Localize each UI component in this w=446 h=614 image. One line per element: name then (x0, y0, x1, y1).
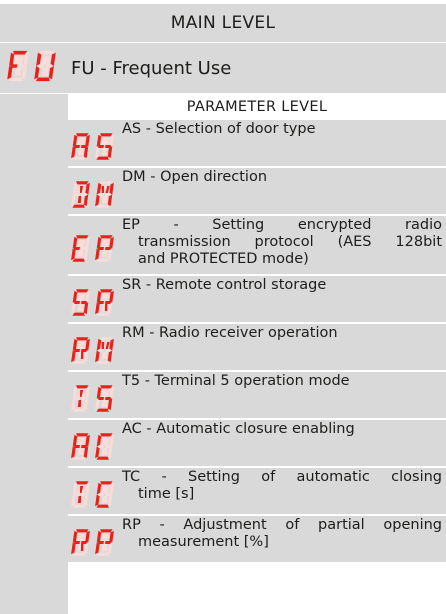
parameter-row-tc: TC - Setting of automatic closing time [s… (68, 468, 446, 516)
parameter-text-line: measurement [%] (138, 534, 269, 550)
parameter-text-line: time [s] (138, 486, 195, 502)
parameter-level-header: PARAMETER LEVEL (68, 93, 446, 120)
parameter-description: DM - Open direction (122, 169, 442, 186)
segment-display-ac-icon (70, 432, 115, 465)
parameter-text-line: RP - Adjustment of partial opening (122, 517, 442, 533)
parameter-description: SR - Remote control storage (122, 277, 442, 294)
parameter-row-ac: AC - Automatic closure enabling (68, 420, 446, 468)
parameter-description: EP - Setting encrypted radio transmission… (122, 217, 442, 268)
segment-display-dm-icon (70, 180, 115, 213)
segment-display-sr-icon (70, 288, 115, 321)
parameter-text-line: EP - Setting encrypted radio (122, 217, 442, 233)
parameter-text-line: transmission protocol (AES 128bit (138, 234, 442, 250)
parameter-text-line: DM - Open direction (122, 169, 268, 185)
parameter-row-rp: RP - Adjustment of partial opening measur… (68, 516, 446, 564)
fu-segment-display-icon (6, 50, 57, 86)
parameter-text-line: T5 - Terminal 5 operation mode (122, 373, 350, 389)
segment-display-as-icon (70, 132, 115, 165)
parameter-description: RP - Adjustment of partial opening measur… (122, 517, 442, 551)
fu-row: FU - Frequent Use (0, 43, 446, 93)
segment-display-tc-icon (70, 480, 115, 513)
parameter-row-t5: T5 - Terminal 5 operation mode (68, 372, 446, 420)
segment-display-ep-icon (70, 234, 115, 267)
segment-display-rm-icon (70, 336, 115, 369)
parameter-description: TC - Setting of automatic closing time [s… (122, 469, 442, 503)
parameter-row-as: AS - Selection of door type (68, 120, 446, 168)
parameter-description: T5 - Terminal 5 operation mode (122, 373, 442, 390)
fu-label: FU - Frequent Use (71, 57, 232, 79)
document-page: MAIN LEVEL FU - Frequent Use PARAMETER L… (0, 0, 446, 614)
parameter-row-dm: DM - Open direction (68, 168, 446, 216)
parameter-description: AC - Automatic closure enabling (122, 421, 442, 438)
left-column-band (0, 94, 68, 614)
parameter-level-title: PARAMETER LEVEL (186, 98, 328, 115)
parameter-description: RM - Radio receiver operation (122, 325, 442, 342)
parameter-text-line: RM - Radio receiver operation (122, 325, 338, 341)
main-level-title: MAIN LEVEL (170, 13, 276, 33)
main-level-header: MAIN LEVEL (0, 4, 446, 43)
parameter-text-line: TC - Setting of automatic closing (122, 469, 442, 485)
segment-display-rp-icon (70, 528, 115, 561)
parameter-text-line: and PROTECTED mode) (138, 251, 309, 267)
parameter-row-sr: SR - Remote control storage (68, 276, 446, 324)
parameter-description: AS - Selection of door type (122, 121, 442, 138)
segment-display-t5-icon (70, 384, 115, 417)
parameter-text-line: AS - Selection of door type (122, 121, 316, 137)
parameter-row-ep: EP - Setting encrypted radio transmission… (68, 216, 446, 276)
parameter-row-rm: RM - Radio receiver operation (68, 324, 446, 372)
parameter-text-line: AC - Automatic closure enabling (122, 421, 355, 437)
parameter-text-line: SR - Remote control storage (122, 277, 327, 293)
